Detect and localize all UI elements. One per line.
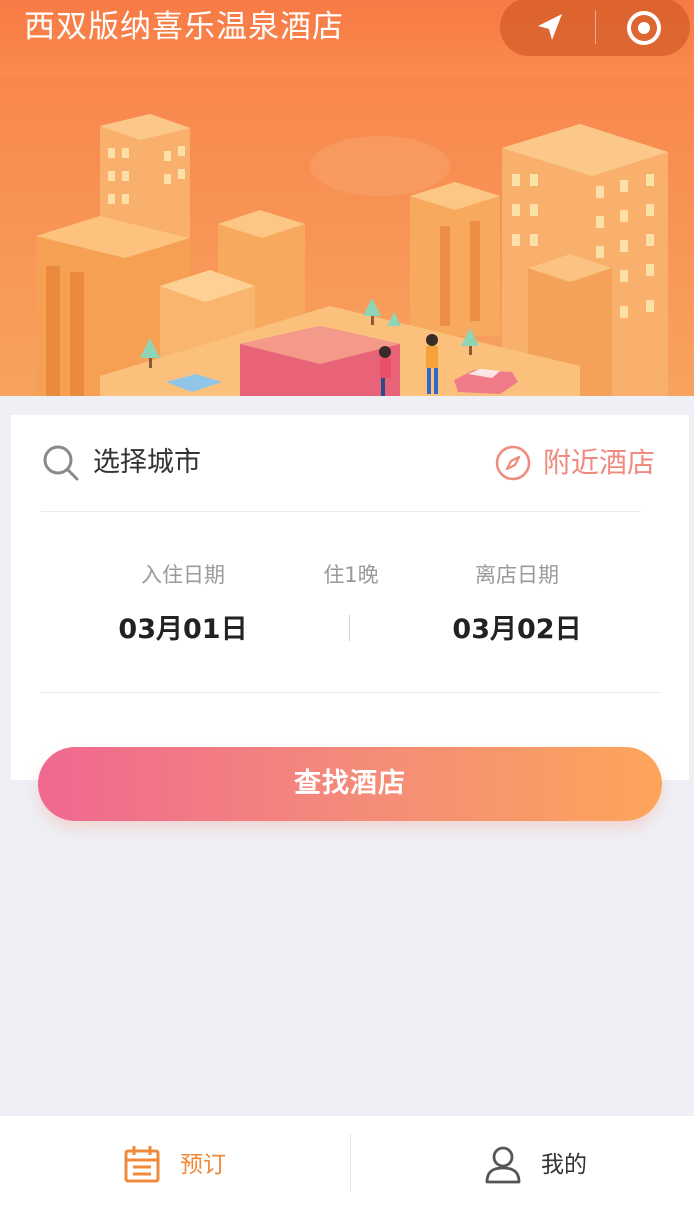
nearby-hotels-label: 附近酒店 bbox=[543, 446, 656, 479]
target-icon[interactable] bbox=[622, 6, 666, 50]
checkin-date-picker[interactable]: 入住日期 03月01日 bbox=[83, 560, 283, 652]
find-hotel-button[interactable]: 查找酒店 bbox=[38, 747, 662, 821]
app-title: 西双版纳喜乐温泉酒店 bbox=[24, 9, 344, 45]
capsule-divider bbox=[595, 10, 596, 44]
checkin-value: 03月01日 bbox=[118, 614, 248, 645]
checkin-label: 入住日期 bbox=[141, 563, 225, 587]
checkout-date-picker[interactable]: 离店日期 03月02日 bbox=[417, 560, 617, 652]
nights-count: 住1晚 bbox=[323, 563, 379, 587]
tab-booking-label: 预订 bbox=[180, 1152, 226, 1178]
city-select-input[interactable]: 选择城市 bbox=[93, 443, 201, 483]
user-icon bbox=[483, 1144, 523, 1184]
date-divider bbox=[349, 615, 350, 641]
compass-icon bbox=[495, 445, 531, 481]
app-header: 西双版纳喜乐温泉酒店 bbox=[0, 0, 694, 76]
checkout-value: 03月02日 bbox=[452, 614, 582, 645]
navigation-arrow-icon[interactable] bbox=[528, 6, 572, 50]
city-search-row[interactable]: 选择城市 附近酒店 bbox=[11, 415, 689, 513]
tab-mine[interactable]: 我的 bbox=[347, 1116, 694, 1211]
search-card: 选择城市 附近酒店 入住日期 03月01日 住1晚 离店日期 03月02日 bbox=[11, 415, 689, 780]
banner-illustration bbox=[0, 76, 694, 396]
tab-booking[interactable]: 预订 bbox=[0, 1116, 347, 1211]
divider bbox=[41, 511, 641, 512]
search-icon bbox=[41, 443, 81, 483]
bottom-tab-bar: 预订 我的 bbox=[0, 1115, 694, 1211]
calendar-icon bbox=[122, 1144, 162, 1184]
divider bbox=[41, 692, 661, 693]
checkout-label: 离店日期 bbox=[475, 563, 559, 587]
mini-program-capsule bbox=[500, 0, 690, 56]
tab-mine-label: 我的 bbox=[541, 1152, 587, 1178]
nearby-hotels-button[interactable]: 附近酒店 bbox=[495, 441, 655, 485]
